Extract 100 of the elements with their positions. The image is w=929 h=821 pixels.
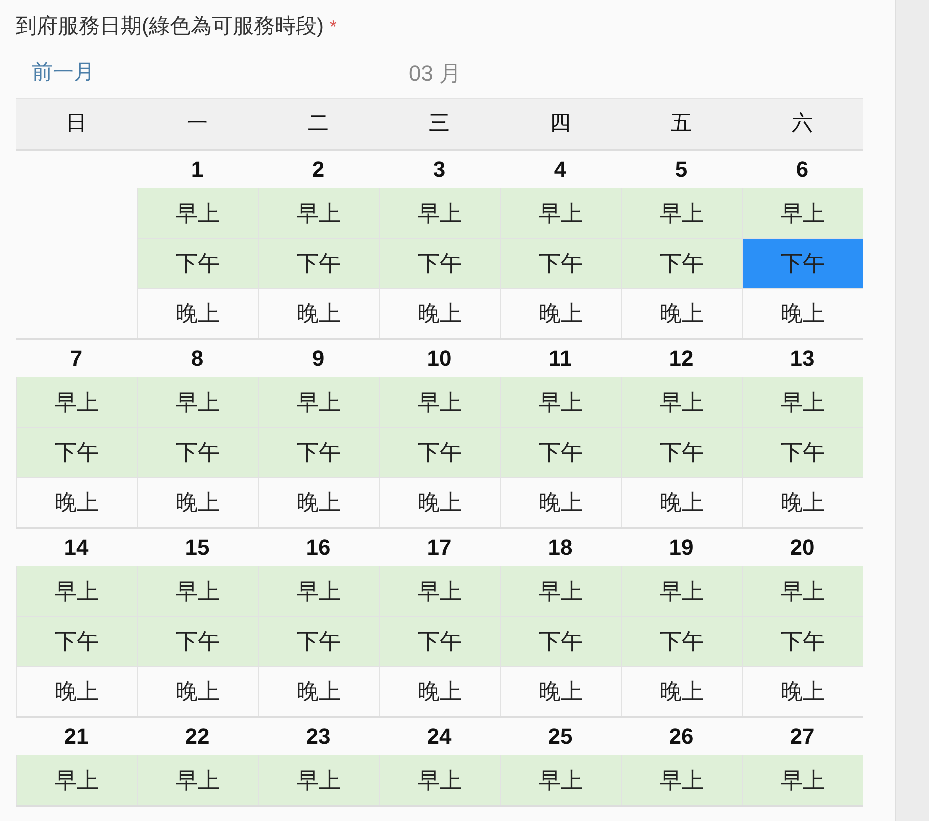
time-slot[interactable]: 早上 (16, 755, 137, 805)
time-slot[interactable]: 早上 (379, 188, 500, 238)
time-slot: 晚上 (742, 477, 863, 527)
time-slot[interactable]: 早上 (500, 377, 621, 427)
day-number: 11 (548, 345, 572, 373)
time-slot[interactable]: 早上 (742, 566, 863, 616)
time-slot[interactable]: 下午 (137, 616, 258, 666)
time-slot[interactable]: 下午 (742, 616, 863, 666)
time-slot: 晚上 (258, 477, 379, 527)
time-slot[interactable]: 早上 (621, 188, 742, 238)
time-slot[interactable]: 早上 (379, 377, 500, 427)
time-slot[interactable]: 早上 (258, 755, 379, 805)
time-slot[interactable]: 下午 (742, 238, 863, 288)
day-number: 4 (554, 156, 567, 184)
required-mark: * (330, 16, 338, 39)
time-slot: 晚上 (742, 666, 863, 716)
time-slot[interactable]: 早上 (137, 566, 258, 616)
time-slot[interactable]: 早上 (500, 566, 621, 616)
time-slot[interactable]: 下午 (258, 616, 379, 666)
time-slot: 晚上 (621, 288, 742, 338)
day-number: 15 (185, 534, 210, 562)
time-slot[interactable]: 下午 (16, 427, 137, 477)
time-slot[interactable]: 下午 (258, 238, 379, 288)
time-slot[interactable]: 早上 (137, 188, 258, 238)
time-slot: 晚上 (137, 288, 258, 338)
time-slot[interactable]: 下午 (742, 427, 863, 477)
day-number: 13 (790, 345, 815, 373)
day-number: 14 (64, 534, 89, 562)
time-slot[interactable]: 下午 (621, 427, 742, 477)
day-number: 3 (433, 156, 446, 184)
time-slot[interactable]: 早上 (742, 377, 863, 427)
time-slot[interactable]: 早上 (379, 566, 500, 616)
time-slot: 晚上 (500, 477, 621, 527)
time-slot[interactable]: 早上 (742, 755, 863, 805)
time-slot[interactable]: 早上 (16, 377, 137, 427)
day-number: 7 (70, 345, 83, 373)
day-number: 24 (427, 723, 452, 751)
day-number: 26 (669, 723, 694, 751)
time-slot[interactable]: 早上 (742, 188, 863, 238)
time-slot[interactable]: 早上 (621, 566, 742, 616)
day-number: 10 (427, 345, 452, 373)
time-slot[interactable]: 下午 (258, 427, 379, 477)
time-slot[interactable]: 下午 (500, 427, 621, 477)
time-slot: 晚上 (16, 477, 137, 527)
time-slot: 晚上 (379, 666, 500, 716)
time-slot: 晚上 (500, 666, 621, 716)
day-number: 6 (796, 156, 809, 184)
weekday-header: 日 (66, 111, 87, 138)
day-number: 25 (548, 723, 573, 751)
time-slot[interactable]: 早上 (500, 188, 621, 238)
time-slot: 晚上 (500, 288, 621, 338)
time-slot[interactable]: 早上 (500, 755, 621, 805)
time-slot[interactable]: 下午 (621, 616, 742, 666)
day-number: 2 (312, 156, 325, 184)
day-number: 19 (669, 534, 694, 562)
weekday-header: 三 (429, 111, 450, 138)
weekday-header: 四 (550, 111, 571, 138)
day-number: 16 (306, 534, 331, 562)
time-slot[interactable]: 早上 (137, 377, 258, 427)
time-slot: 晚上 (621, 477, 742, 527)
time-slot[interactable]: 下午 (379, 616, 500, 666)
time-slot[interactable]: 下午 (16, 616, 137, 666)
time-slot: 晚上 (379, 477, 500, 527)
time-slot[interactable]: 下午 (379, 427, 500, 477)
time-slot: 晚上 (379, 288, 500, 338)
weekday-header: 一 (187, 111, 208, 138)
time-slot: 晚上 (621, 666, 742, 716)
time-slot[interactable]: 下午 (137, 427, 258, 477)
time-slot[interactable]: 早上 (258, 566, 379, 616)
day-number: 1 (191, 156, 204, 184)
time-slot[interactable]: 早上 (621, 755, 742, 805)
time-slot[interactable]: 下午 (500, 616, 621, 666)
time-slot[interactable]: 下午 (500, 238, 621, 288)
time-slot[interactable]: 下午 (137, 238, 258, 288)
time-slot[interactable]: 早上 (621, 377, 742, 427)
day-number: 17 (427, 534, 452, 562)
previous-month-link[interactable]: 前一月 (32, 57, 95, 89)
time-slot: 晚上 (258, 666, 379, 716)
day-number: 8 (191, 345, 204, 373)
month-title: 03 月 (409, 60, 462, 88)
time-slot[interactable]: 早上 (16, 566, 137, 616)
day-number: 21 (64, 723, 89, 751)
field-label: 到府服務日期(綠色為可服務時段) (16, 14, 324, 40)
day-number: 23 (306, 723, 331, 751)
day-number: 20 (790, 534, 815, 562)
day-number: 22 (185, 723, 210, 751)
time-slot: 晚上 (137, 666, 258, 716)
time-slot[interactable]: 下午 (379, 238, 500, 288)
day-number: 12 (669, 345, 694, 373)
time-slot[interactable]: 早上 (258, 377, 379, 427)
time-slot: 晚上 (137, 477, 258, 527)
day-number: 5 (675, 156, 688, 184)
time-slot[interactable]: 早上 (258, 188, 379, 238)
time-slot: 晚上 (258, 288, 379, 338)
day-number: 27 (790, 723, 815, 751)
time-slot[interactable]: 下午 (621, 238, 742, 288)
time-slot[interactable]: 早上 (137, 755, 258, 805)
weekday-header: 五 (671, 111, 692, 138)
weekday-header: 六 (792, 111, 813, 138)
time-slot[interactable]: 早上 (379, 755, 500, 805)
